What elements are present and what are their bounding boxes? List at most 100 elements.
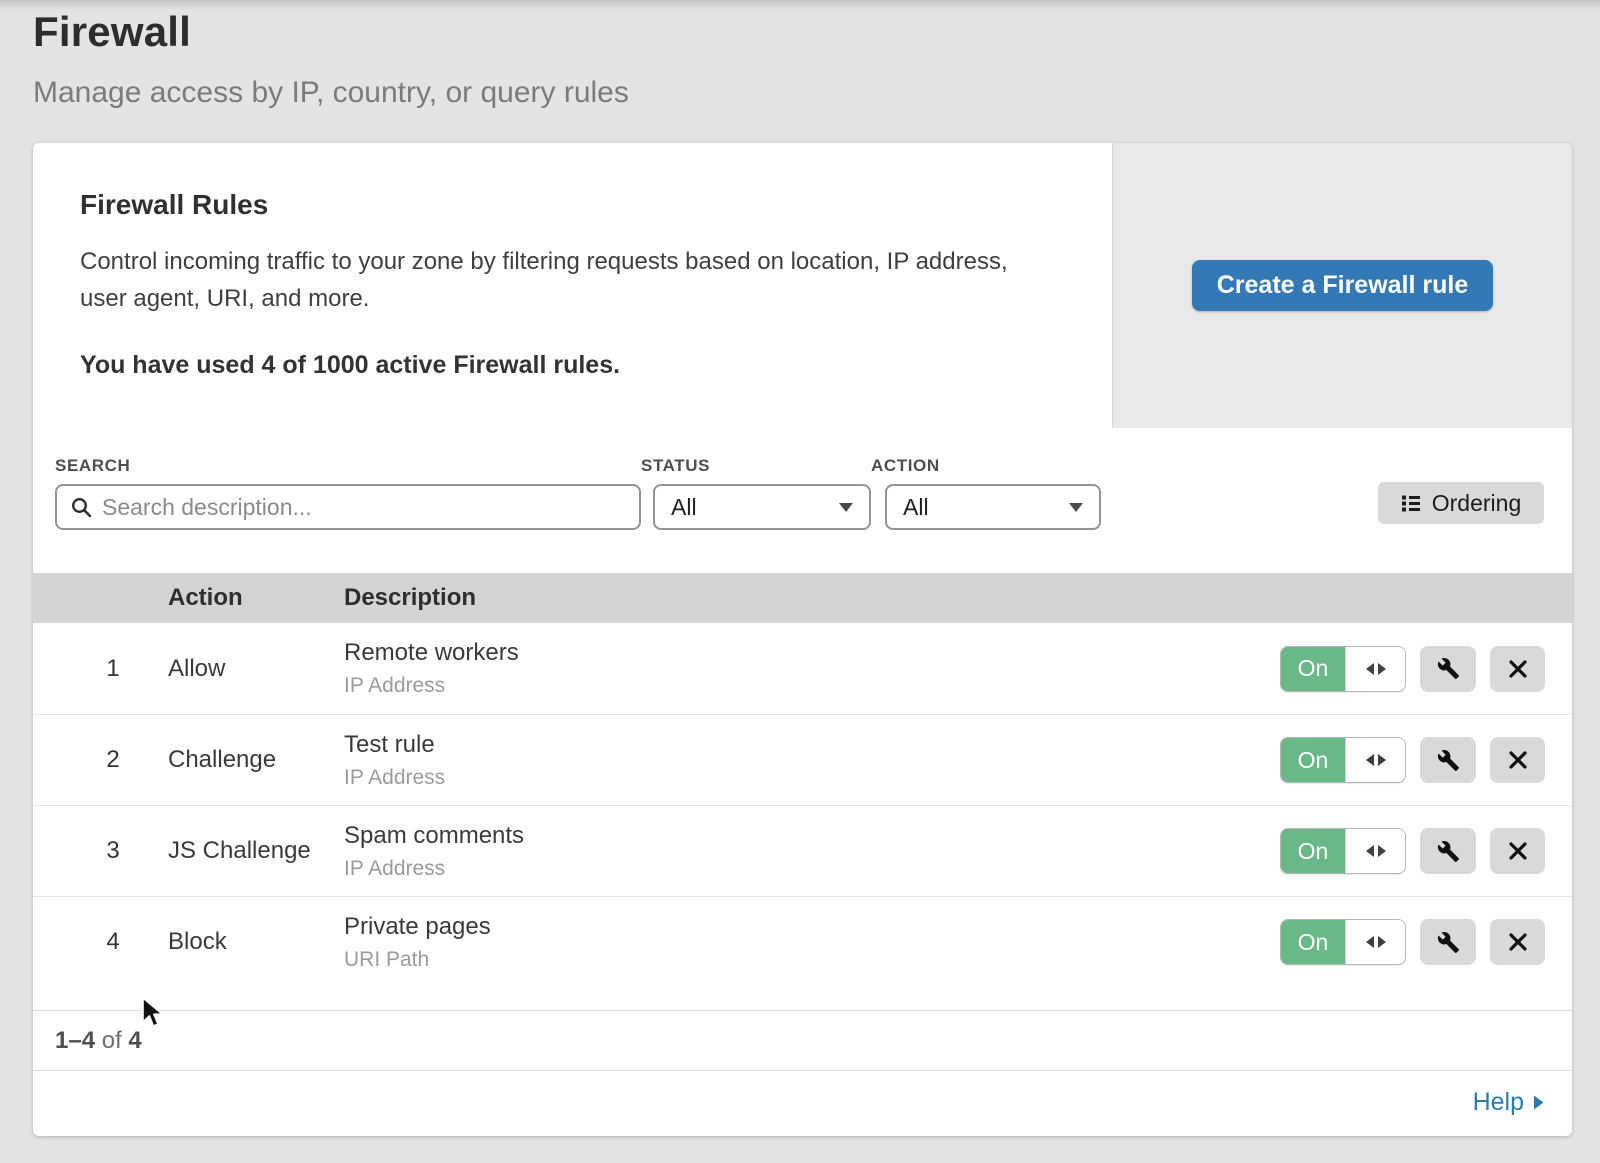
toggle-drag-handle[interactable] <box>1345 829 1405 873</box>
rule-priority-cell: 2 <box>33 746 168 774</box>
rule-match-type: IP Address <box>344 766 1280 790</box>
help-bar: Help <box>33 1070 1572 1133</box>
help-link[interactable]: Help <box>1473 1088 1544 1117</box>
rule-priority: 1 <box>106 655 119 683</box>
rule-priority-cell: 1 <box>33 655 168 683</box>
triangle-left-icon <box>1366 845 1374 857</box>
rule-action: JS Challenge <box>168 837 344 865</box>
rule-description: Private pages <box>344 913 1280 941</box>
rule-match-type: IP Address <box>344 674 1280 698</box>
chevron-down-icon <box>1069 503 1083 512</box>
rule-description-cell: Remote workers IP Address <box>344 639 1280 698</box>
rule-description-cell: Private pages URI Path <box>344 913 1280 972</box>
wrench-icon <box>1437 931 1460 954</box>
rule-enabled-toggle[interactable]: On <box>1280 737 1406 783</box>
delete-rule-button[interactable] <box>1490 919 1545 965</box>
table-row: 4 Block Private pages URI Path On <box>33 896 1572 987</box>
edit-rule-button[interactable] <box>1420 737 1476 783</box>
rule-action: Challenge <box>168 746 344 774</box>
toggle-on-label: On <box>1281 920 1345 964</box>
ordering-button[interactable]: Ordering <box>1378 482 1544 524</box>
pagination-bar: 1–4 of 4 <box>33 1010 1572 1070</box>
action-select[interactable]: All <box>885 484 1101 530</box>
toggle-on-label: On <box>1281 829 1345 873</box>
delete-rule-button[interactable] <box>1490 828 1545 874</box>
triangle-right-icon <box>1378 845 1386 857</box>
edit-rule-button[interactable] <box>1420 828 1476 874</box>
chevron-right-icon <box>1533 1095 1544 1110</box>
pagination-of: of <box>102 1027 122 1055</box>
search-input[interactable] <box>102 494 625 521</box>
page-title: Firewall <box>33 8 629 56</box>
intro-section: Firewall Rules Control incoming traffic … <box>33 143 1572 428</box>
wrench-icon <box>1437 749 1460 772</box>
triangle-left-icon <box>1366 663 1374 675</box>
rule-enabled-toggle[interactable]: On <box>1280 919 1406 965</box>
chevron-down-icon <box>839 503 853 512</box>
pagination-total: 4 <box>128 1027 141 1055</box>
toggle-on-label: On <box>1281 647 1345 691</box>
rule-action: Allow <box>168 655 344 683</box>
column-action: Action <box>168 584 344 612</box>
rule-controls: On <box>1280 737 1572 783</box>
rule-priority-cell: 3 <box>33 837 168 865</box>
status-filter-group: STATUS All <box>641 456 871 530</box>
column-description: Description <box>344 584 1572 612</box>
rule-match-type: URI Path <box>344 948 1280 972</box>
intro-action-panel: Create a Firewall rule <box>1112 143 1572 428</box>
create-firewall-rule-button[interactable]: Create a Firewall rule <box>1192 260 1494 311</box>
rule-description: Test rule <box>344 731 1280 759</box>
intro-text-block: Firewall Rules Control incoming traffic … <box>33 143 1112 428</box>
ordering-icon <box>1401 493 1421 513</box>
rule-controls: On <box>1280 828 1572 874</box>
rule-enabled-toggle[interactable]: On <box>1280 828 1406 874</box>
rule-priority: 4 <box>106 928 119 956</box>
rule-priority-cell: 4 <box>33 928 168 956</box>
x-icon <box>1508 841 1528 861</box>
toggle-drag-handle[interactable] <box>1345 920 1405 964</box>
rule-description-cell: Test rule IP Address <box>344 731 1280 790</box>
page-header: Firewall Manage access by IP, country, o… <box>33 8 629 110</box>
toggle-on-label: On <box>1281 738 1345 782</box>
help-link-label: Help <box>1473 1088 1524 1117</box>
wrench-icon <box>1437 840 1460 863</box>
action-selected-value: All <box>903 494 929 521</box>
table-header: Action Description <box>33 573 1572 623</box>
firewall-rules-card: Firewall Rules Control incoming traffic … <box>33 143 1572 1136</box>
delete-rule-button[interactable] <box>1490 646 1545 692</box>
intro-heading: Firewall Rules <box>80 189 1054 221</box>
rule-controls: On <box>1280 919 1572 965</box>
status-select[interactable]: All <box>653 484 871 530</box>
table-row: 2 Challenge Test rule IP Address On <box>33 714 1572 805</box>
ordering-button-label: Ordering <box>1432 490 1521 517</box>
page-subtitle: Manage access by IP, country, or query r… <box>33 76 629 110</box>
wrench-icon <box>1437 657 1460 680</box>
table-row: 3 JS Challenge Spam comments IP Address … <box>33 805 1572 896</box>
rule-priority: 2 <box>106 746 119 774</box>
usage-summary: You have used 4 of 1000 active Firewall … <box>80 351 1054 380</box>
toggle-drag-handle[interactable] <box>1345 738 1405 782</box>
triangle-right-icon <box>1378 663 1386 675</box>
toggle-drag-handle[interactable] <box>1345 647 1405 691</box>
rule-controls: On <box>1280 646 1572 692</box>
search-label: SEARCH <box>55 456 641 476</box>
action-label: ACTION <box>871 456 1101 476</box>
search-filter-group: SEARCH <box>55 456 641 530</box>
rule-description: Spam comments <box>344 822 1280 850</box>
edit-rule-button[interactable] <box>1420 919 1476 965</box>
rule-action: Block <box>168 928 344 956</box>
status-label: STATUS <box>641 456 871 476</box>
rule-match-type: IP Address <box>344 857 1280 881</box>
filters-bar: SEARCH STATUS All ACTION All <box>33 428 1572 573</box>
delete-rule-button[interactable] <box>1490 737 1545 783</box>
triangle-right-icon <box>1378 936 1386 948</box>
table-row: 1 Allow Remote workers IP Address On <box>33 623 1572 714</box>
triangle-right-icon <box>1378 754 1386 766</box>
search-box[interactable] <box>55 484 641 530</box>
rule-enabled-toggle[interactable]: On <box>1280 646 1406 692</box>
search-icon <box>71 497 92 518</box>
rule-priority: 3 <box>106 837 119 865</box>
action-filter-group: ACTION All <box>871 456 1101 530</box>
edit-rule-button[interactable] <box>1420 646 1476 692</box>
rules-table-body: 1 Allow Remote workers IP Address On <box>33 623 1572 1010</box>
